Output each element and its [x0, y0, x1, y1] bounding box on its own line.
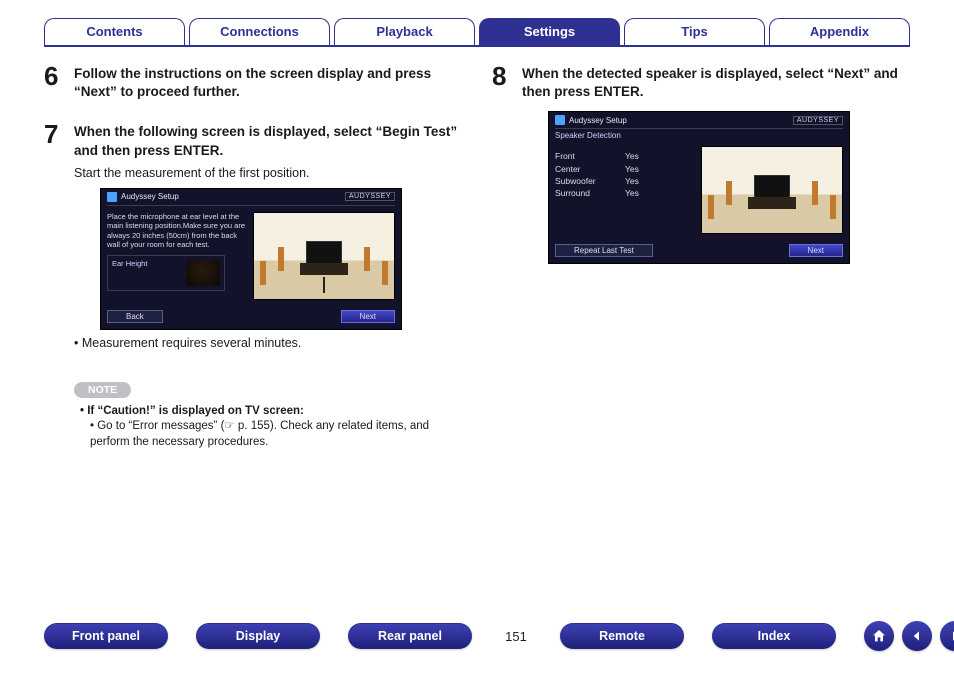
step-8: 8 When the detected speaker is displayed…	[492, 63, 910, 264]
audyssey-setup-screenshot: Audyssey Setup AUDYSSEY Place the microp…	[100, 188, 402, 330]
detect-row: FrontYes	[555, 150, 695, 162]
room-illustration	[253, 212, 395, 300]
chair-illustration	[186, 260, 220, 286]
shot1-back-button: Back	[107, 310, 163, 323]
audyssey-icon	[555, 115, 565, 125]
right-column: 8 When the detected speaker is displayed…	[492, 63, 910, 450]
shot1-title: Audyssey Setup	[121, 192, 179, 201]
shot1-body-text: Place the microphone at ear level at the…	[107, 212, 247, 250]
step-8-heading: When the detected speaker is displayed, …	[522, 65, 910, 101]
tab-tips[interactable]: Tips	[624, 18, 765, 45]
measurement-bullet: Measurement requires several minutes.	[74, 336, 462, 350]
audyssey-icon	[107, 192, 117, 202]
page-number: 151	[500, 629, 532, 644]
display-link[interactable]: Display	[196, 623, 320, 649]
note-chip: NOTE	[74, 382, 131, 398]
shot2-subtitle: Speaker Detection	[549, 129, 849, 140]
shot2-next-button: Next	[789, 244, 843, 257]
tab-settings[interactable]: Settings	[479, 18, 620, 45]
footer-bar: Front panel Display Rear panel 151 Remot…	[0, 621, 954, 651]
ear-height-panel: Ear Height	[107, 255, 225, 291]
rear-panel-link[interactable]: Rear panel	[348, 623, 472, 649]
note-bullet-2: • Go to “Error messages” (☞ p. 155). Che…	[90, 419, 462, 450]
tab-underline	[44, 45, 910, 47]
index-link[interactable]: Index	[712, 623, 836, 649]
detect-row: SubwooferYes	[555, 175, 695, 187]
tab-appendix[interactable]: Appendix	[769, 18, 910, 45]
step-7-sub: Start the measurement of the first posit…	[74, 166, 462, 180]
detect-row: CenterYes	[555, 163, 695, 175]
step-number: 7	[44, 121, 64, 363]
left-column: 6 Follow the instructions on the screen …	[44, 63, 462, 450]
speaker-detection-screenshot: Audyssey Setup AUDYSSEY Speaker Detectio…	[548, 111, 850, 264]
shot1-brand: AUDYSSEY	[345, 192, 395, 201]
shot1-next-button: Next	[341, 310, 395, 323]
note-block: NOTE • If “Caution!” is displayed on TV …	[74, 378, 462, 451]
step-6-heading: Follow the instructions on the screen di…	[74, 65, 462, 101]
prev-page-icon[interactable]	[902, 621, 932, 651]
tab-playback[interactable]: Playback	[334, 18, 475, 45]
shot2-brand: AUDYSSEY	[793, 116, 843, 125]
next-page-icon[interactable]	[940, 621, 954, 651]
step-number: 8	[492, 63, 512, 264]
remote-link[interactable]: Remote	[560, 623, 684, 649]
step-6: 6 Follow the instructions on the screen …	[44, 63, 462, 107]
tab-contents[interactable]: Contents	[44, 18, 185, 45]
detect-row: SurroundYes	[555, 187, 695, 199]
front-panel-link[interactable]: Front panel	[44, 623, 168, 649]
step-number: 6	[44, 63, 64, 107]
speaker-detection-list: FrontYes CenterYes SubwooferYes Surround…	[555, 146, 695, 234]
shot2-title: Audyssey Setup	[569, 116, 627, 125]
home-icon[interactable]	[864, 621, 894, 651]
step-7: 7 When the following screen is displayed…	[44, 121, 462, 363]
tab-connections[interactable]: Connections	[189, 18, 330, 45]
step-7-heading: When the following screen is displayed, …	[74, 123, 462, 159]
note-bullet-1: • If “Caution!” is displayed on TV scree…	[80, 404, 462, 420]
shot2-repeat-button: Repeat Last Test	[555, 244, 653, 257]
ear-height-label: Ear Height	[112, 259, 147, 268]
room-illustration	[701, 146, 843, 234]
